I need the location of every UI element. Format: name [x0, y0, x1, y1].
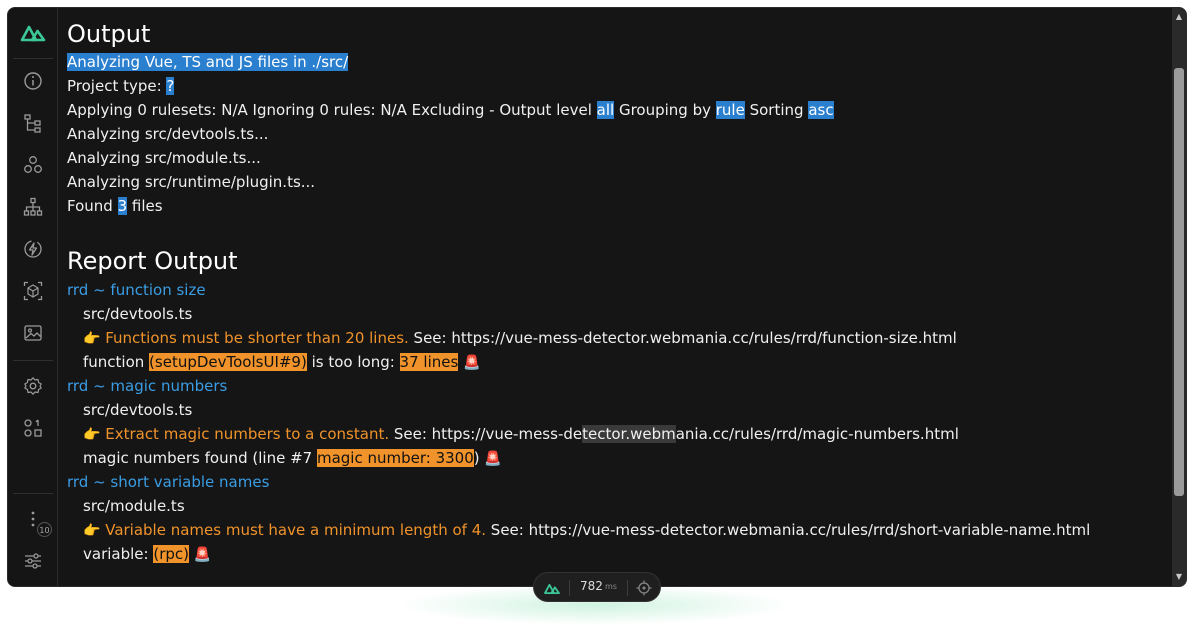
rule-detail-line: variable: (rpc) 🚨 — [83, 543, 211, 565]
pill-divider — [627, 580, 628, 596]
scroll-up-arrow-icon[interactable]: ▲ — [1174, 12, 1184, 22]
applying-text: Applying 0 rulesets: N/A Ignoring 0 rule… — [67, 101, 597, 119]
rule-hint: Extract magic numbers to a constant. — [105, 425, 390, 443]
sliders-icon[interactable] — [23, 551, 43, 571]
devtools-window: 10 Output Analyzing Vue, TS and JS files… — [7, 7, 1187, 587]
detail-prefix: variable: — [83, 545, 154, 563]
rule-title: rrd ~ function size — [67, 281, 206, 299]
scroll-down-arrow-icon[interactable]: ▼ — [1174, 572, 1184, 582]
analyzing-line: Analyzing Vue, TS and JS files in ./src/ — [67, 51, 349, 73]
sidebar: 10 — [8, 8, 58, 586]
rule-link-part: ania.cc/rules/rrd/magic-numbers.html — [675, 425, 959, 443]
nuxt-logo-icon[interactable] — [20, 21, 46, 43]
found-prefix: Found — [67, 197, 118, 215]
rule-title: rrd ~ short variable names — [67, 473, 270, 491]
rule-hint: Variable names must have a minimum lengt… — [105, 521, 487, 539]
rule-link[interactable]: See: https://vue-mess-detector.webmania.… — [486, 521, 1090, 539]
output-heading: Output — [67, 20, 151, 48]
found-files-line: Found 3 files — [67, 195, 163, 217]
line-count: 37 lines — [399, 353, 459, 371]
tree-icon[interactable] — [23, 113, 43, 133]
rule-title: rrd ~ magic numbers — [67, 377, 228, 395]
rule-hint-line: 👉 Variable names must have a minimum len… — [83, 519, 1090, 541]
project-type-label: Project type: — [67, 77, 167, 95]
project-type-line: Project type: ? — [67, 75, 175, 97]
rule-link[interactable]: See: https://vue-mess-detector.webmania.… — [389, 425, 959, 443]
detail-mid: is too long: — [306, 353, 400, 371]
detail-prefix: function — [83, 353, 150, 371]
magic-number: magic number: 3300 — [316, 449, 474, 467]
detail-suffix: ) — [473, 449, 480, 467]
rule-file: src/devtools.ts — [83, 305, 193, 323]
sidebar-divider — [13, 58, 53, 59]
variable-name: (rpc) — [153, 545, 189, 563]
alarm-icon: 🚨 — [484, 451, 502, 467]
rule-hint: Functions must be shorter than 20 lines. — [105, 329, 409, 347]
sorting-label: Sorting — [744, 101, 809, 119]
project-type-value: ? — [166, 77, 175, 95]
rule-link[interactable]: See: https://vue-mess-detector.webmania.… — [409, 329, 957, 347]
sidebar-divider — [13, 493, 53, 494]
settings-icon[interactable] — [23, 376, 43, 396]
pill-divider — [569, 580, 570, 596]
analyzing-file-line: Analyzing src/module.ts... — [67, 149, 261, 167]
analyzing-file-line: Analyzing src/runtime/plugin.ts... — [67, 173, 316, 191]
grouping-label: Grouping by — [614, 101, 716, 119]
alarm-icon: 🚨 — [193, 547, 212, 563]
analyzing-text: Analyzing Vue, TS and JS files in ./src/ — [67, 53, 349, 71]
grouping-value: rule — [715, 101, 745, 119]
output-level: all — [596, 101, 615, 119]
rule-link-selection: tector.webm — [582, 425, 676, 443]
rule-link-part: See: https://vue-mess-de — [389, 425, 583, 443]
rule-file: src/module.ts — [83, 497, 185, 515]
render-time-unit: ms — [605, 582, 617, 591]
pointing-hand-icon: 👉 — [83, 331, 101, 347]
sorting-value: asc — [808, 101, 834, 119]
rule-detail-line: function (setupDevToolsUI#9) is too long… — [83, 351, 481, 373]
image-icon[interactable] — [23, 323, 43, 343]
modules-icon[interactable] — [23, 418, 43, 438]
found-count: 3 — [117, 197, 128, 215]
rule-hint-line: 👉 Functions must be shorter than 20 line… — [83, 327, 957, 349]
render-time-value: 782 — [580, 579, 603, 593]
devtools-dock-pill[interactable]: 782 ms — [533, 572, 661, 602]
rule-hint-line: 👉 Extract magic numbers to a constant. S… — [83, 423, 959, 445]
report-heading: Report Output — [67, 247, 238, 275]
scrollbar-thumb[interactable] — [1174, 68, 1184, 496]
function-name: (setupDevToolsUI#9) — [149, 353, 307, 371]
components-icon[interactable] — [23, 155, 43, 175]
rule-detail-line: magic numbers found (line #7 magic numbe… — [83, 447, 502, 469]
alarm-icon: 🚨 — [463, 355, 481, 371]
pointing-hand-icon: 👉 — [83, 427, 101, 443]
lightning-icon[interactable] — [23, 239, 43, 259]
info-icon[interactable] — [23, 71, 43, 91]
sidebar-divider — [13, 360, 53, 361]
inspect-target-icon[interactable] — [636, 580, 652, 596]
output-panel: Output Analyzing Vue, TS and JS files in… — [66, 8, 1166, 586]
found-suffix: files — [127, 197, 163, 215]
vertical-scrollbar[interactable]: ▲ ▼ — [1172, 8, 1186, 586]
pointing-hand-icon: 👉 — [83, 523, 101, 539]
cube-icon[interactable] — [23, 281, 43, 301]
settings-line: Applying 0 rulesets: N/A Ignoring 0 rule… — [67, 99, 834, 121]
rule-file: src/devtools.ts — [83, 401, 193, 419]
notification-badge: 10 — [37, 522, 52, 537]
hierarchy-icon[interactable] — [23, 197, 43, 217]
detail-prefix: magic numbers found (line #7 — [83, 449, 317, 467]
nuxt-logo-icon[interactable] — [543, 581, 561, 595]
analyzing-file-line: Analyzing src/devtools.ts... — [67, 125, 269, 143]
